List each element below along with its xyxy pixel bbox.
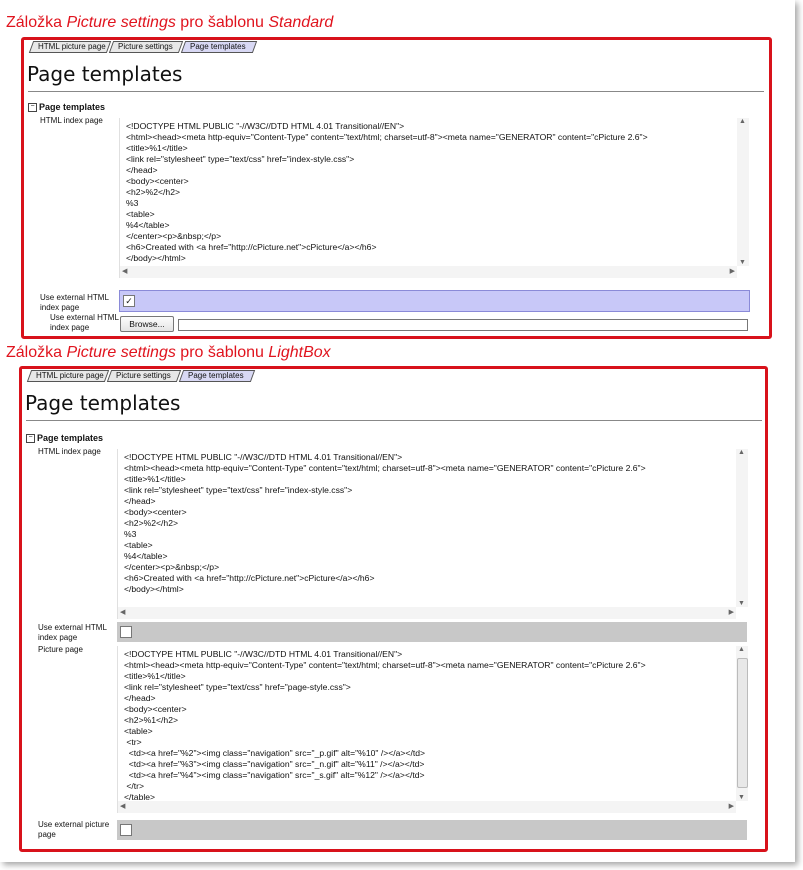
scroll-left-icon[interactable]: ◀ [120, 802, 125, 810]
browse-button[interactable]: Browse... [120, 316, 174, 332]
group-header[interactable]: − Page templates [28, 102, 106, 113]
standard-settings-panel: HTML picture page Picture settings Page … [21, 37, 772, 339]
use-external-picture-checkbox[interactable] [120, 824, 132, 836]
external-path-label: Use external HTML index page [50, 313, 119, 332]
html-index-label: HTML index page [38, 447, 101, 456]
horizontal-scrollbar[interactable]: ◀ ▶ [118, 801, 736, 813]
page-title: Page templates [27, 62, 183, 86]
html-index-code[interactable]: <!DOCTYPE HTML PUBLIC "-//W3C//DTD HTML … [124, 452, 646, 595]
html-index-label: HTML index page [40, 116, 103, 125]
vertical-scrollbar[interactable]: ▲ ▼ [737, 118, 749, 266]
scroll-down-icon[interactable]: ▼ [738, 794, 745, 801]
tab-picture-settings[interactable]: Picture settings [112, 41, 180, 53]
html-index-code[interactable]: <!DOCTYPE HTML PUBLIC "-//W3C//DTD HTML … [126, 121, 648, 264]
scroll-up-icon[interactable]: ▲ [738, 449, 745, 456]
picture-page-code[interactable]: <!DOCTYPE HTML PUBLIC "-//W3C//DTD HTML … [124, 649, 646, 803]
tab-html-picture-page[interactable]: HTML picture page [32, 41, 108, 53]
caption-template-name: Standard [268, 14, 334, 31]
scroll-left-icon[interactable]: ◀ [122, 267, 127, 275]
group-title: Page templates [39, 102, 106, 112]
scroll-down-icon[interactable]: ▼ [738, 600, 745, 607]
caption-template-name: LightBox [268, 344, 331, 361]
use-external-html-label: Use external HTML index page [40, 293, 109, 312]
scroll-right-icon[interactable]: ▶ [729, 802, 734, 810]
caption-lightbox: Záložka Picture settings pro šablonu Lig… [6, 344, 331, 362]
scroll-right-icon[interactable]: ▶ [729, 608, 734, 616]
vertical-scrollbar[interactable]: ▲ ▼ [736, 449, 748, 607]
use-external-picture-row [117, 820, 747, 840]
html-index-editor[interactable]: <!DOCTYPE HTML PUBLIC "-//W3C//DTD HTML … [119, 118, 749, 278]
picture-page-label: Picture page [38, 645, 83, 654]
caption-mid: pro šablonu [175, 344, 269, 361]
caption-standard: Záložka Picture settings pro šablonu Sta… [6, 14, 333, 32]
picture-page-editor[interactable]: <!DOCTYPE HTML PUBLIC "-//W3C//DTD HTML … [117, 646, 748, 813]
html-index-editor[interactable]: <!DOCTYPE HTML PUBLIC "-//W3C//DTD HTML … [117, 449, 748, 619]
external-path-field[interactable] [178, 319, 748, 331]
title-divider [28, 91, 764, 92]
document-sheet: Záložka Picture settings pro šablonu Sta… [0, 0, 795, 862]
use-external-html-checkbox[interactable]: ✓ [123, 295, 135, 307]
use-external-html-row [117, 622, 747, 642]
scroll-left-icon[interactable]: ◀ [120, 608, 125, 616]
scrollbar-thumb[interactable] [737, 658, 748, 788]
collapse-icon[interactable]: − [28, 103, 37, 113]
use-external-html-row: ✓ [119, 290, 750, 312]
use-external-picture-label: Use external picture page [38, 820, 110, 839]
caption-italic: Picture settings [66, 14, 176, 31]
tab-html-picture-page[interactable]: HTML picture page [30, 370, 106, 382]
caption-italic: Picture settings [66, 344, 176, 361]
page-title: Page templates [25, 391, 181, 415]
caption-prefix: Záložka [6, 344, 67, 361]
horizontal-scrollbar[interactable]: ◀ ▶ [118, 607, 736, 619]
lightbox-settings-panel: HTML picture page Picture settings Page … [19, 366, 768, 852]
horizontal-scrollbar[interactable]: ◀ ▶ [120, 266, 737, 278]
title-divider [26, 420, 762, 421]
use-external-html-checkbox[interactable] [120, 626, 132, 638]
use-external-html-label: Use external HTML index page [38, 623, 107, 642]
caption-prefix: Záložka [6, 14, 67, 31]
tab-page-templates[interactable]: Page templates [182, 370, 252, 382]
scroll-down-icon[interactable]: ▼ [739, 259, 746, 266]
caption-mid: pro šablonu [175, 14, 269, 31]
group-title: Page templates [37, 433, 104, 443]
tab-page-templates[interactable]: Page templates [184, 41, 254, 53]
scroll-up-icon[interactable]: ▲ [739, 118, 746, 125]
vertical-scrollbar[interactable]: ▲ ▼ [736, 646, 748, 801]
collapse-icon[interactable]: − [26, 434, 35, 444]
group-header[interactable]: − Page templates [26, 433, 104, 444]
tab-picture-settings[interactable]: Picture settings [110, 370, 178, 382]
scroll-up-icon[interactable]: ▲ [738, 646, 745, 653]
scroll-right-icon[interactable]: ▶ [730, 267, 735, 275]
